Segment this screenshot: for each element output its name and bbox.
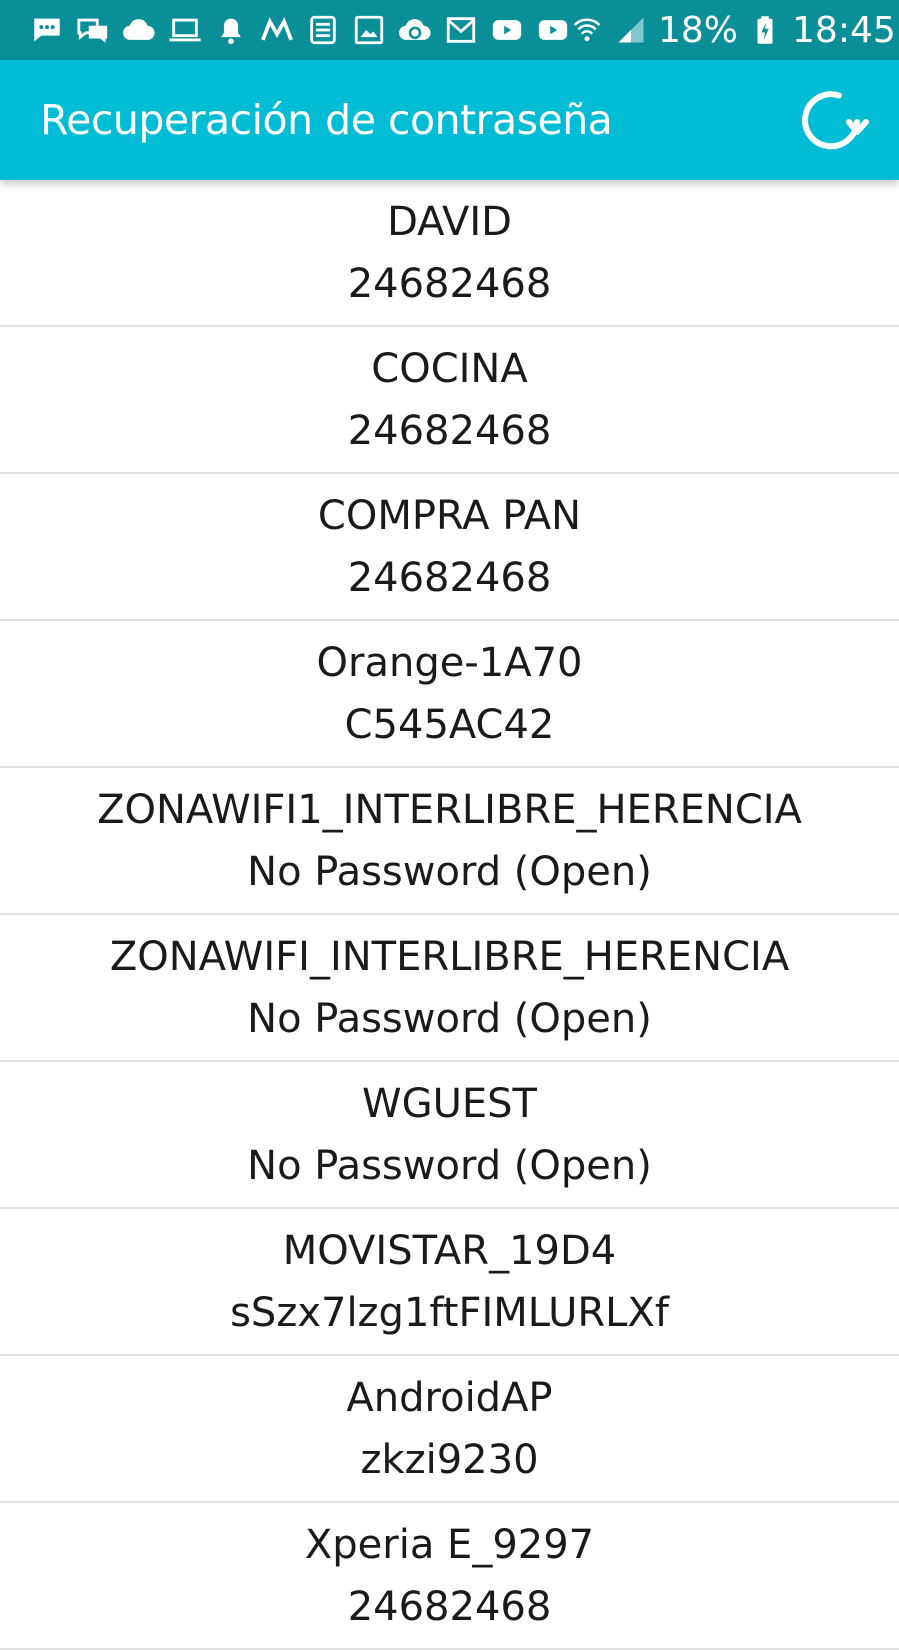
network-row-zonawifi1-interlibre-herencia[interactable]: ZONAWIFI1_INTERLIBRE_HERENCIA No Passwor… <box>0 768 899 915</box>
network-row-zonawifi-interlibre-herencia[interactable]: ZONAWIFI_INTERLIBRE_HERENCIA No Password… <box>0 915 899 1062</box>
mail-icon <box>444 13 478 47</box>
network-password: zkzi9230 <box>360 1436 539 1483</box>
network-ssid: WGUEST <box>362 1080 537 1127</box>
network-row-cocina[interactable]: COCINA 24682468 <box>0 327 899 474</box>
sync-icon <box>398 13 432 47</box>
network-row-xperia-e-9297[interactable]: Xperia E_9297 24682468 <box>0 1503 899 1650</box>
network-ssid: COMPRA PAN <box>317 492 582 539</box>
refresh-button[interactable] <box>793 82 869 158</box>
bell-icon <box>214 13 248 47</box>
network-list: DAVID 24682468 COCINA 24682468 COMPRA PA… <box>0 180 899 1650</box>
signal-icon <box>614 13 648 47</box>
chat-icon <box>76 13 110 47</box>
youtube-icon <box>536 13 570 47</box>
youtube-icon <box>490 13 524 47</box>
app-bar: Recuperación de contraseña <box>0 60 899 180</box>
clock: 18:45 <box>792 9 896 51</box>
network-ssid: Xperia E_9297 <box>304 1521 595 1568</box>
network-ssid: MOVISTAR_19D4 <box>282 1227 617 1274</box>
wifi-icon <box>570 13 604 47</box>
network-row-david[interactable]: DAVID 24682468 <box>0 180 899 327</box>
notification-icons <box>30 13 570 47</box>
network-password: 24682468 <box>347 407 552 454</box>
system-status: 18% 18:45 <box>570 10 896 51</box>
network-ssid: Orange-1A70 <box>316 639 583 686</box>
network-row-movistar-19d4[interactable]: MOVISTAR_19D4 sSzx7lzg1ftFIMLURLXf <box>0 1209 899 1356</box>
status-bar: 18% 18:45 <box>0 0 899 60</box>
network-password: No Password (Open) <box>247 995 652 1042</box>
network-password: 24682468 <box>347 1583 552 1630</box>
battery-percent: 18% <box>658 9 739 51</box>
network-row-androidap[interactable]: AndroidAP zkzi9230 <box>0 1356 899 1503</box>
list-app-icon <box>306 13 340 47</box>
network-ssid: ZONAWIFI1_INTERLIBRE_HERENCIA <box>97 786 802 833</box>
network-password: 24682468 <box>347 260 552 307</box>
cloud-icon <box>122 13 156 47</box>
network-ssid: AndroidAP <box>346 1374 553 1421</box>
network-password: No Password (Open) <box>247 1142 652 1189</box>
network-password: sSzx7lzg1ftFIMLURLXf <box>230 1289 669 1336</box>
network-ssid: COCINA <box>371 345 528 392</box>
laptop-icon <box>168 13 202 47</box>
m-app-icon <box>260 13 294 47</box>
network-row-orange-1a70[interactable]: Orange-1A70 C545AC42 <box>0 621 899 768</box>
battery-charging-icon <box>748 13 782 47</box>
network-row-compra-pan[interactable]: COMPRA PAN 24682468 <box>0 474 899 621</box>
network-password: 24682468 <box>347 554 552 601</box>
image-icon <box>352 13 386 47</box>
network-row-wguest[interactable]: WGUEST No Password (Open) <box>0 1062 899 1209</box>
network-ssid: ZONAWIFI_INTERLIBRE_HERENCIA <box>109 933 790 980</box>
messages-icon <box>30 13 64 47</box>
network-ssid: DAVID <box>387 198 512 245</box>
page-title: Recuperación de contraseña <box>40 96 613 144</box>
network-password: C545AC42 <box>344 701 555 748</box>
refresh-icon <box>802 91 869 150</box>
network-password: No Password (Open) <box>247 848 652 895</box>
